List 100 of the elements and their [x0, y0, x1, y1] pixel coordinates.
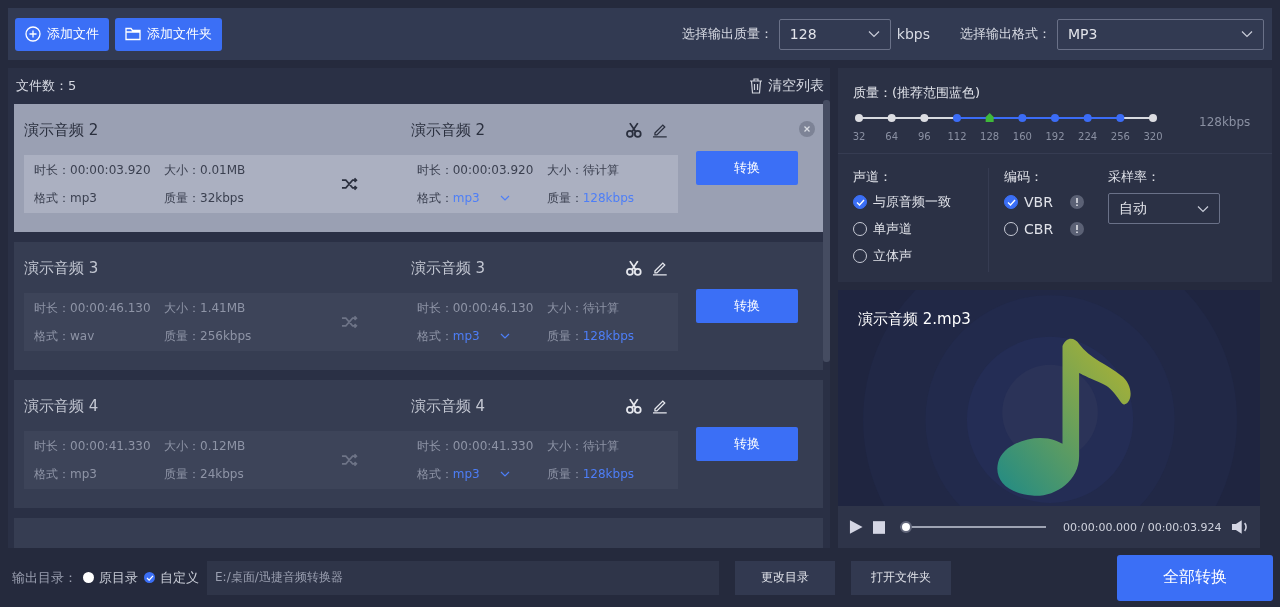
scissors-icon[interactable] — [624, 260, 643, 276]
file-count: 文件数：5 — [16, 77, 77, 95]
size-text: 大小：待计算 — [546, 437, 620, 455]
duration-text: 时长：00:00:46.130 — [416, 299, 535, 317]
file-card[interactable]: 演示音频 4 演示音频 4 时长：00:00:41.330 大小：0.12MB 格式：mp3 质量：24kbps 时长：00:00:41.330 大小：待计算 格式：mp3 质量：128kbps 转换 — [14, 380, 823, 508]
size-text: 大小：0.12MB — [164, 437, 247, 455]
slider-point[interactable] — [1083, 114, 1092, 122]
caret-icon — [867, 30, 880, 38]
channel-radio[interactable]: 立体声 — [853, 245, 988, 267]
quality-text: 质量：256kbps — [164, 327, 253, 345]
output-dir-label: 输出目录： — [12, 568, 77, 587]
quality-title: 质量：(推荐范围蓝色) — [853, 84, 982, 102]
slider-point[interactable] — [1051, 114, 1059, 122]
format-dropdown[interactable]: MP3 — [1057, 18, 1264, 50]
slider-point[interactable] — [887, 114, 896, 122]
size-text: 大小：待计算 — [546, 161, 620, 179]
file-card[interactable]: 演示音频 2 演示音频 2 时长：00:00:03.920 大小：0.01MB 格式：mp3 质量：32kbps 时长：00:00:03.920 大小：待计算 格式：mp3 质量：128kbps 转换 — [14, 104, 823, 232]
shuffle-icon — [341, 177, 359, 191]
sample-rate-dropdown[interactable]: 自动 — [1108, 193, 1220, 224]
slider-point[interactable] — [920, 114, 929, 122]
quality-text: 质量：24kbps — [164, 465, 245, 483]
convert-button[interactable]: 转换 — [696, 427, 798, 461]
format-label: 格式： — [416, 328, 453, 343]
info-icon[interactable] — [1070, 195, 1084, 209]
slider-point[interactable] — [855, 114, 863, 122]
channel-radio[interactable]: 与原音频一致 — [853, 191, 988, 213]
stop-icon[interactable] — [872, 520, 886, 534]
size-text: 大小：待计算 — [546, 299, 620, 317]
duration-text: 时长：00:00:03.920 — [416, 161, 535, 179]
scissors-icon[interactable] — [624, 122, 643, 138]
caret-icon — [1197, 204, 1209, 213]
file-name: 演示音频 2 — [24, 120, 100, 140]
format-text: 格式：mp3 — [34, 189, 98, 207]
size-text: 大小：1.41MB — [164, 299, 247, 317]
volume-icon[interactable] — [1230, 519, 1250, 535]
size-text: 大小：0.01MB — [164, 161, 247, 179]
output-dir-radio[interactable]: 自定义 — [144, 568, 199, 587]
convert-button[interactable]: 转换 — [696, 289, 798, 323]
quality-label: 选择输出质量： — [681, 25, 773, 43]
duration-text: 时长：00:00:41.330 — [416, 437, 535, 455]
file-name: 演示音频 3 — [24, 258, 100, 278]
progress-thumb[interactable] — [900, 521, 913, 533]
quality-reading: 128kbps — [1199, 115, 1251, 129]
format-label: 格式： — [416, 466, 453, 481]
shuffle-icon — [341, 315, 359, 329]
trash-icon — [749, 78, 763, 94]
output-file-name: 演示音频 2 — [410, 120, 486, 140]
slider-point[interactable] — [1149, 114, 1157, 122]
duration-text: 时长：00:00:46.130 — [34, 299, 152, 317]
format-text: 格式：wav — [34, 327, 96, 345]
check-icon — [145, 574, 154, 581]
file-card[interactable]: 演示音频 3 演示音频 3 时长：00:00:46.130 大小：1.41MB 格式：wav 质量：256kbps 时长：00:00:46.130 大小：待计算 格式：mp3 质量：128kbps 转换 — [14, 242, 823, 370]
edit-icon[interactable] — [652, 398, 668, 414]
open-folder-button[interactable]: 打开文件夹 — [851, 560, 951, 595]
folder-icon — [125, 27, 141, 41]
slider-point[interactable] — [953, 114, 961, 122]
quality-label: 质量： — [546, 328, 583, 343]
quality-dropdown[interactable]: 128 — [778, 18, 891, 50]
quality-label: 质量： — [546, 190, 583, 205]
scissors-icon[interactable] — [624, 398, 643, 414]
convert-button[interactable]: 转换 — [696, 151, 798, 185]
edit-icon[interactable] — [652, 260, 668, 276]
info-icon[interactable] — [1070, 222, 1084, 236]
add-file-button[interactable]: 添加文件 — [15, 17, 109, 51]
output-dir-radio[interactable]: 原目录 — [83, 568, 138, 587]
output-file-name: 演示音频 4 — [410, 396, 486, 416]
edit-icon[interactable] — [652, 122, 668, 138]
change-dir-button[interactable]: 更改目录 — [735, 560, 835, 595]
convert-all-button[interactable]: 全部转换 — [1117, 554, 1273, 601]
channel-radio[interactable]: 单声道 — [853, 218, 988, 240]
check-icon — [1006, 198, 1016, 206]
play-icon[interactable] — [848, 519, 864, 535]
slider-thumb[interactable] — [985, 113, 994, 122]
slider-point[interactable] — [1116, 114, 1125, 122]
close-icon[interactable] — [799, 121, 815, 137]
output-path-field[interactable]: E:/桌面/迅捷音频转换器 — [207, 560, 719, 595]
unit-label: kbps — [896, 26, 930, 42]
plus-circle-icon — [25, 26, 41, 42]
sample-rate-title: 采样率： — [1108, 168, 1161, 186]
caret-icon — [499, 194, 510, 201]
progress-track[interactable] — [900, 521, 1047, 533]
quality-value: 128kbps — [582, 328, 635, 343]
add-folder-button[interactable]: 添加文件夹 — [115, 17, 222, 51]
shuffle-icon — [341, 453, 359, 467]
caret-icon — [1241, 30, 1253, 38]
check-icon — [855, 198, 865, 206]
duration-text: 时长：00:00:41.330 — [34, 437, 152, 455]
clear-list-button[interactable]: 清空列表 — [749, 77, 824, 95]
scrollbar[interactable] — [823, 100, 830, 362]
caret-icon — [499, 332, 510, 339]
quality-text: 质量：32kbps — [164, 189, 245, 207]
channel-title: 声道： — [853, 168, 893, 186]
output-file-name: 演示音频 3 — [410, 258, 486, 278]
track-title: 演示音频 2.mp3 — [858, 310, 971, 329]
duration-text: 时长：00:00:03.920 — [34, 161, 152, 179]
quality-slider[interactable]: 32 64 96 112 128 160 192 224 256 320 — [853, 110, 1165, 144]
encoding-radio[interactable]: VBR — [1004, 191, 1066, 213]
time-display: 00:00:00.000 / 00:00:03.924 — [1063, 520, 1222, 534]
slider-point[interactable] — [1018, 114, 1027, 122]
encoding-radio[interactable]: CBR — [1004, 218, 1066, 240]
